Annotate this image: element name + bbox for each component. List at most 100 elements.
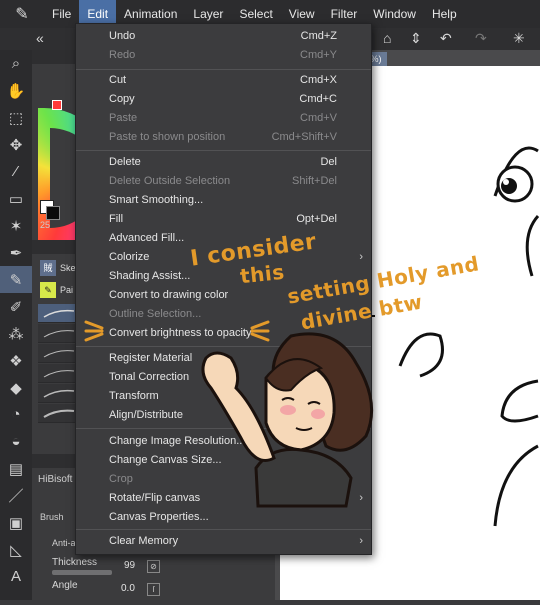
brush-preset[interactable] [38,344,78,363]
brush-preset[interactable] [38,324,78,343]
menu-item-label: Copy [109,93,135,105]
menu-item-label: Clear Memory [109,535,179,547]
brush-stroke-icon [43,330,75,338]
operation-icon[interactable]: ⬚ [0,104,32,131]
menu-item-redo[interactable]: Redo Cmd+Y [76,46,371,65]
menu-item-shortcut: Opt+Del [296,213,337,225]
menu-item-fill[interactable]: Fill Opt+Del [76,210,371,229]
brush-preset[interactable] [38,404,78,423]
menu-separator [76,69,371,70]
menu-item-shortcut: Cmd+V [300,112,337,124]
thickness-toggle-icon[interactable]: ⊘ [147,560,160,573]
menu-item-label: Undo [109,30,136,42]
subtool-label: Ske [60,263,76,273]
menu-item-label: Delete Outside Selection [109,175,231,187]
menu-item-label: Redo [109,49,136,61]
subtool-badge: 賊 [40,260,56,276]
menu-item-shortcut: Cmd+X [300,74,337,86]
thickness-label: Thickness [52,557,98,568]
brush-preset[interactable] [38,364,78,383]
submenu-arrow-icon: › [359,251,363,263]
brush-stroke-icon [43,389,75,398]
menu-item-label: Paste [109,112,138,124]
menu-item-cut[interactable]: Cut Cmd+X [76,71,371,90]
text-icon[interactable]: A [0,563,32,590]
pen-icon[interactable]: ✒ [0,239,32,266]
collapse-left-icon[interactable]: « [36,30,44,46]
angle-value[interactable]: 0.0 [121,583,135,594]
tool-bar: ⌕ ✋ ⬚ ✥ ⁄ ▭ ✶ ✒ ✎ ✐ ⁂ ❖ ◆ ◔ ◒ ▤ ／ ▣ ◺ A [0,50,33,600]
menu-item-label: Crop [109,473,133,485]
brush-section-label: Brush [40,512,64,522]
menu-item-paste-shown[interactable]: Paste to shown position Cmd+Shift+V [76,128,371,147]
subtool-badge: ✎ [40,282,56,298]
subtool-label: Pai [60,285,74,295]
menu-help[interactable]: Help [424,0,465,28]
brush-stroke-icon [43,409,75,418]
menu-item-label: Tonal Correction [109,371,190,383]
sub-color-swatch[interactable] [46,206,60,220]
menu-item-paste[interactable]: Paste Cmd+V [76,109,371,128]
menu-item-delete-outside[interactable]: Delete Outside Selection Shift+Del [76,172,371,191]
brush-stroke-icon [43,350,75,358]
decoration-icon[interactable]: ❖ [0,347,32,374]
pencil-icon[interactable]: ✎ [0,266,32,293]
menu-item-copy[interactable]: Copy Cmd+C [76,90,371,109]
angle-toggle-icon[interactable]: ſ [147,583,160,596]
menu-item-label: Convert to drawing color [109,289,229,301]
app-logo-icon[interactable]: ✎ [0,0,44,28]
gradient-icon[interactable]: ▤ [0,455,32,482]
figure-icon[interactable]: ／ [0,482,32,509]
color-picker-handle[interactable] [52,100,62,110]
undo-icon[interactable]: ↶ [440,30,452,47]
menu-item-label: Rotate/Flip canvas [109,492,201,504]
menu-item-undo[interactable]: Undo Cmd+Z [76,27,371,46]
print-icon[interactable]: ⌂ [383,30,391,46]
brush-preset[interactable] [38,384,78,403]
menu-item-label: Shading Assist... [109,270,191,282]
auto-select-icon[interactable]: ✶ [0,212,32,239]
thickness-value[interactable]: 99 [124,560,135,571]
menu-window[interactable]: Window [365,0,424,28]
menu-separator [76,150,371,151]
submenu-arrow-icon: › [359,535,363,547]
menu-item-label: Advanced Fill... [109,232,185,244]
menu-item-clear-memory[interactable]: Clear Memory › [76,532,371,551]
thickness-slider[interactable] [52,570,112,575]
fill-icon[interactable]: ◒ [0,428,32,455]
menu-item-shortcut: Cmd+Z [300,30,337,42]
brush-stroke-icon [43,309,75,318]
redo-icon[interactable]: ↷ [475,30,487,47]
menu-item-smart-smoothing[interactable]: Smart Smoothing... [76,191,371,210]
airbrush-icon[interactable]: ⁂ [0,320,32,347]
subtool-paint[interactable]: ✎ Pai [38,280,78,300]
zoom-icon[interactable]: ⌕ [0,50,32,77]
menu-item-shortcut: Cmd+Shift+V [271,131,337,143]
ruler-icon[interactable]: ◺ [0,536,32,563]
brush-icon[interactable]: ✐ [0,293,32,320]
menu-item-shortcut: Shift+Del [292,175,337,187]
hand-icon[interactable]: ✋ [0,77,32,104]
move-icon[interactable]: ✥ [0,131,32,158]
menu-item-label: Colorize [109,251,150,263]
tool-property-title: HiBisoft [38,474,73,485]
color-value: 25 [40,220,51,230]
brush-preset[interactable] [38,304,78,323]
menu-item-label: Canvas Properties... [109,511,209,523]
menu-item-canvas-properties[interactable]: Canvas Properties... [76,508,371,527]
eyedropper-icon[interactable]: ⁄ [0,158,32,185]
menu-item-label: Smart Smoothing... [109,194,204,206]
frame-icon[interactable]: ▣ [0,509,32,536]
eraser-icon[interactable]: ◆ [0,374,32,401]
sparkle-left-icon [84,320,104,342]
menu-item-shortcut: Del [320,156,337,168]
subtool-sketch[interactable]: 賊 Ske [38,258,78,278]
stepper-icon[interactable]: ⇕ [410,30,422,47]
angle-label: Angle [52,580,78,591]
menu-separator [76,529,371,530]
menu-item-delete[interactable]: Delete Del [76,153,371,172]
menu-item-label: Cut [109,74,127,86]
blend-icon[interactable]: ◔ [0,401,32,428]
selection-icon[interactable]: ▭ [0,185,32,212]
menu-item-label: Transform [109,390,159,402]
